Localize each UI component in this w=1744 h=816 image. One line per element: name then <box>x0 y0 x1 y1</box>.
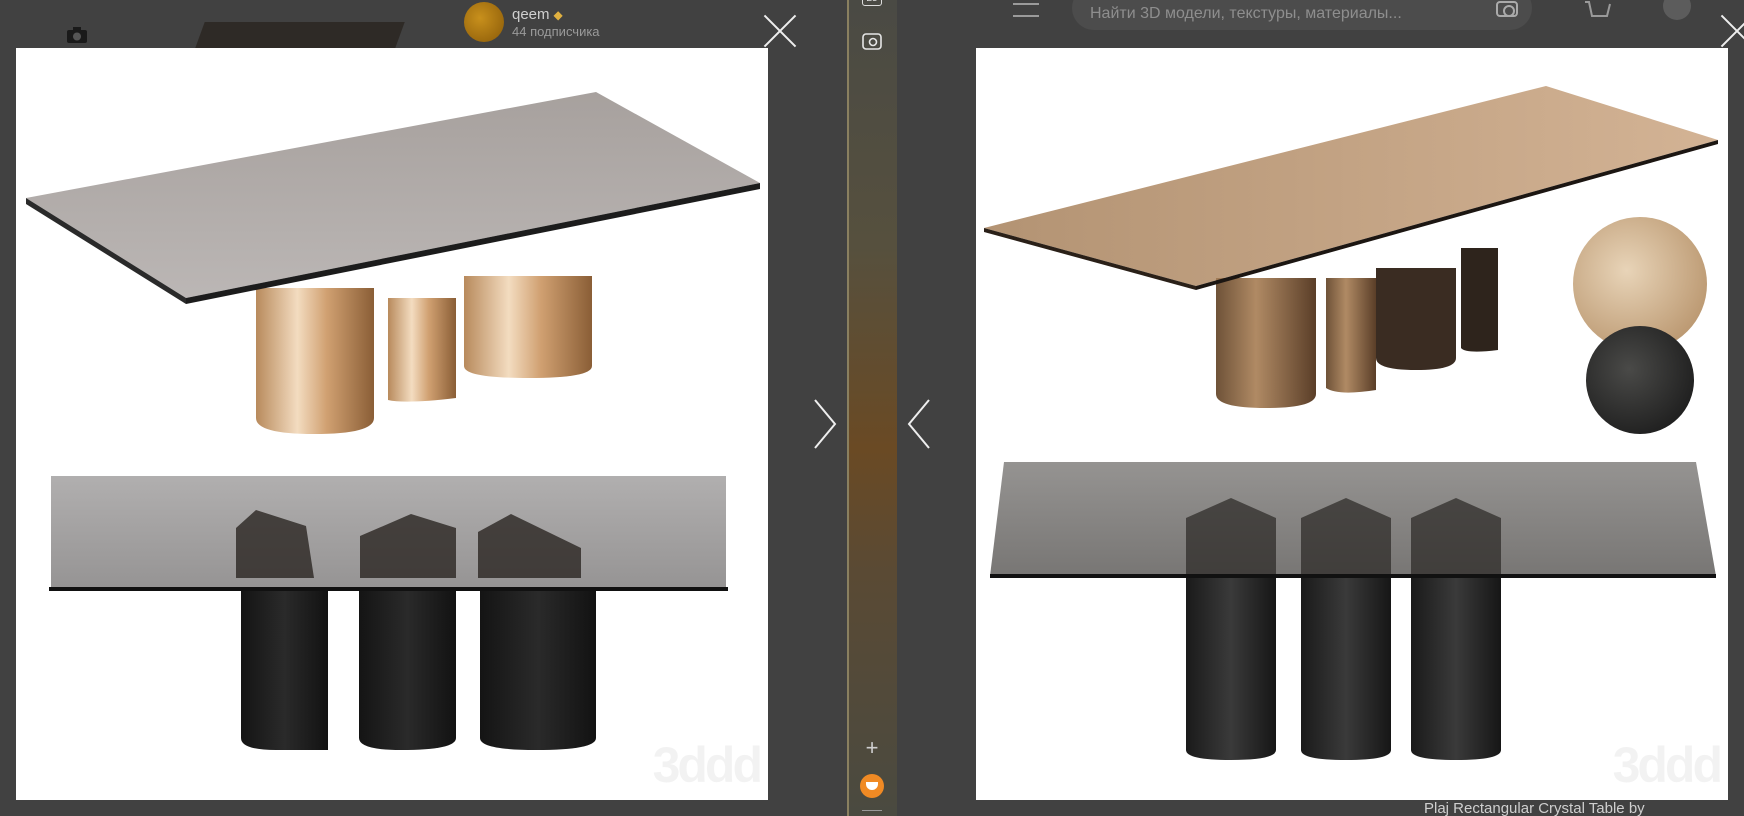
camera-icon[interactable] <box>66 26 88 44</box>
diamond-icon: ◆ <box>553 7 563 22</box>
product-title[interactable]: Plaj Rectangular Crystal Table by <box>1424 800 1645 816</box>
sidebar-separator <box>862 810 882 811</box>
product-render-image <box>984 86 1718 760</box>
watermark: 3ddd <box>652 737 763 793</box>
divider-edge[interactable] <box>847 0 849 816</box>
author-info[interactable]: qeem ◆ 44 подписчика <box>464 2 600 42</box>
close-icon[interactable] <box>1720 13 1744 47</box>
product-image-viewer: 3ddd <box>976 48 1728 800</box>
author-name[interactable]: qeem <box>512 6 550 23</box>
chevron-right-icon[interactable] <box>813 398 837 450</box>
watermark: 3ddd <box>1612 737 1723 793</box>
notification-badge[interactable]: 25 <box>862 0 882 6</box>
screenshot-icon[interactable] <box>860 30 884 54</box>
product-image-viewer: 3ddd <box>16 48 768 800</box>
camera-search-icon[interactable] <box>1496 1 1518 17</box>
plus-icon[interactable]: + <box>860 736 884 760</box>
window-divider-sidebar: 25 + <box>847 0 897 816</box>
product-render-image <box>26 92 760 750</box>
author-avatar[interactable] <box>464 2 504 42</box>
chevron-left-icon[interactable] <box>907 398 931 450</box>
search-input[interactable]: Найти 3D модели, текстуры, материалы... <box>1072 0 1532 30</box>
author-subscribers: 44 подписчика <box>512 23 600 39</box>
hamburger-icon[interactable] <box>1013 0 1039 20</box>
cart-icon[interactable] <box>1583 0 1613 20</box>
avatar[interactable] <box>860 774 884 798</box>
left-window: qeem ◆ 44 подписчика 3ddd <box>0 0 847 816</box>
background-table-shape <box>195 22 405 48</box>
search-placeholder: Найти 3D модели, текстуры, материалы... <box>1090 5 1402 22</box>
right-window: Найти 3D модели, текстуры, материалы... <box>897 0 1744 816</box>
user-icon[interactable] <box>1663 0 1691 20</box>
close-icon[interactable] <box>763 13 797 47</box>
